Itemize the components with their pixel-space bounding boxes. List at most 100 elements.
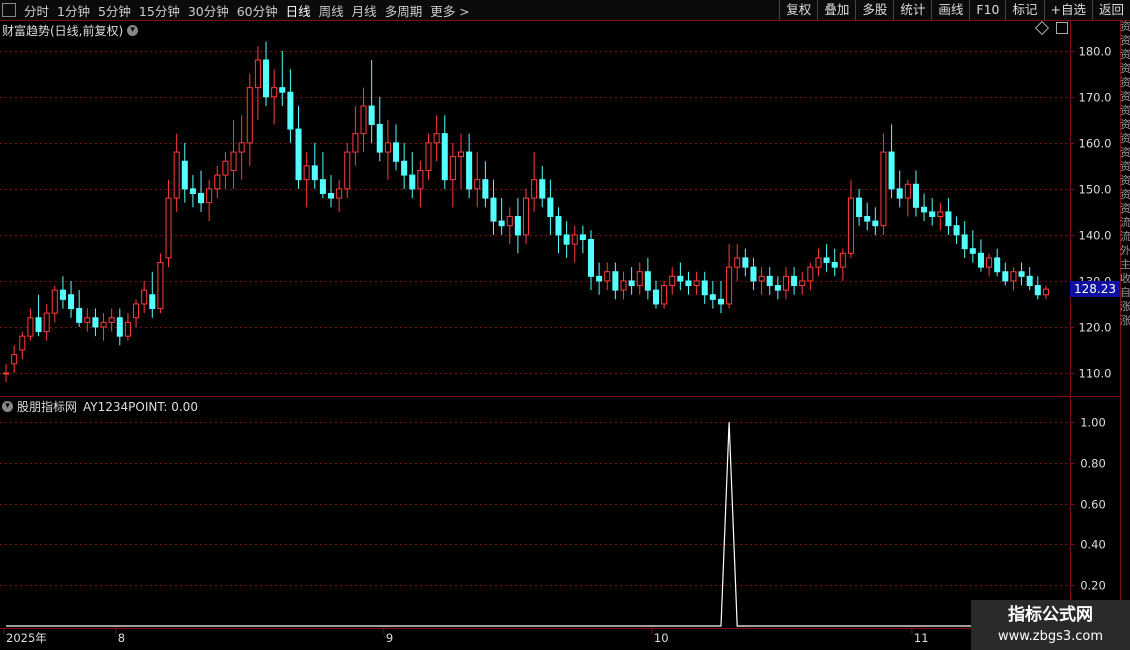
side-strip-char: 资 (1120, 104, 1130, 117)
mark-button[interactable]: 标记 (1005, 0, 1043, 20)
candle-body (1002, 271, 1009, 282)
candle-body (644, 271, 651, 291)
side-strip-char: 主 (1120, 258, 1130, 271)
candle-body (620, 280, 627, 291)
side-strip-char: 收 (1120, 272, 1130, 285)
candle-body (466, 151, 473, 190)
candle-body (303, 165, 310, 181)
candle-body (384, 142, 391, 153)
candle-body (953, 225, 960, 236)
watermark-title: 指标公式网 (1008, 605, 1093, 625)
candle-body (19, 335, 26, 351)
restore-rights-button[interactable]: 复权 (779, 0, 817, 20)
x-tick-label: 8 (118, 631, 125, 645)
period-monthly[interactable]: 月线 (348, 1, 381, 20)
f10-button[interactable]: F10 (969, 0, 1005, 20)
candle-body (547, 197, 554, 217)
period-fenshi[interactable]: 分时 (20, 1, 53, 20)
candle-body (360, 105, 367, 135)
candle-body (969, 248, 976, 254)
candle-body (831, 262, 838, 268)
draw-line-button[interactable]: 画线 (931, 0, 969, 20)
candle-body (539, 179, 546, 199)
candle-body (506, 216, 513, 227)
candle-body (604, 271, 611, 282)
add-watchlist-button[interactable]: +自选 (1043, 0, 1092, 20)
main-chart-caption: 财富趋势(日线,前复权) ▾ (2, 22, 142, 39)
indicator-tick-label: 0.20 (1080, 579, 1106, 593)
side-strip-char: 资 (1120, 118, 1130, 131)
overlay-button[interactable]: 叠加 (817, 0, 855, 20)
candle-body (661, 285, 668, 305)
candle-body (189, 188, 196, 194)
indicator-title[interactable]: 股朋指标网 (17, 398, 77, 415)
candle-body (596, 275, 603, 282)
candle-body (157, 262, 164, 310)
y-tick-label: 120.0 (1079, 321, 1112, 335)
statistics-button[interactable]: 统计 (893, 0, 931, 20)
candle-body (279, 87, 286, 93)
period-daily[interactable]: 日线 (282, 1, 315, 20)
candle-body (133, 303, 140, 319)
candle-body (791, 275, 798, 287)
candle-body (68, 294, 75, 310)
y-tick-label: 170.0 (1079, 91, 1112, 105)
candle-body (222, 160, 229, 176)
candle-body (961, 234, 968, 250)
candle-body (766, 275, 773, 287)
side-strip-char: 资 (1120, 202, 1130, 215)
layout-icon[interactable] (2, 3, 16, 17)
candle-body (344, 151, 351, 190)
candle-body (750, 266, 757, 282)
candle-body (35, 317, 42, 333)
candle-body (27, 317, 34, 337)
side-strip-char: 外 (1120, 244, 1130, 257)
candles (3, 41, 1049, 383)
candle-body (92, 317, 99, 328)
candle-body (433, 133, 440, 144)
candle-body (336, 188, 343, 199)
side-strip-char: 流 (1120, 230, 1130, 243)
period-30min[interactable]: 30分钟 (184, 1, 233, 20)
candle-body (514, 216, 521, 236)
candle-body (311, 165, 318, 181)
period-15min[interactable]: 15分钟 (135, 1, 184, 20)
candle-body (579, 234, 586, 241)
candle-body (587, 239, 595, 277)
candle-body (263, 59, 270, 98)
period-1min[interactable]: 1分钟 (53, 1, 94, 20)
candle-body (912, 183, 919, 208)
candle-body (921, 206, 928, 213)
x-tick-label: 9 (386, 631, 393, 645)
candle-body (717, 298, 724, 305)
candle-body (287, 91, 294, 130)
candle-body (84, 317, 91, 323)
candle-body (571, 234, 578, 245)
main-chart-title[interactable]: 财富趋势(日线,前复权) (2, 22, 123, 39)
candle-body (685, 280, 692, 287)
candle-body (328, 192, 335, 199)
period-multi[interactable]: 多周期 (381, 1, 427, 20)
chevron-down-icon[interactable]: ▾ (2, 401, 13, 412)
side-strip-char: 资 (1120, 188, 1130, 201)
period-more[interactable]: 更多 > (426, 1, 473, 20)
multi-stock-button[interactable]: 多股 (855, 0, 893, 20)
candle-body (457, 151, 465, 158)
diamond-icon[interactable] (1034, 20, 1050, 36)
tool-bar: 复权 叠加 多股 统计 画线 F10 标记 +自选 返回 (779, 0, 1130, 20)
candle-body (872, 220, 879, 227)
period-5min[interactable]: 5分钟 (94, 1, 135, 20)
indicator-value: AY1234POINT: 0.00 (83, 399, 198, 414)
candle-body (652, 289, 660, 305)
candle-body (352, 133, 359, 153)
period-weekly[interactable]: 周线 (315, 1, 348, 20)
panel-toggle-icon[interactable] (1056, 22, 1068, 34)
watermark: 指标公式网 www.zbgs3.com (971, 600, 1130, 650)
side-strip-char: 资 (1120, 62, 1130, 75)
period-60min[interactable]: 60分钟 (233, 1, 282, 20)
candle-body (531, 179, 538, 199)
chevron-down-icon[interactable]: ▾ (127, 25, 139, 36)
back-button[interactable]: 返回 (1091, 0, 1130, 20)
candle-body (522, 197, 530, 236)
candle-body (555, 216, 562, 236)
